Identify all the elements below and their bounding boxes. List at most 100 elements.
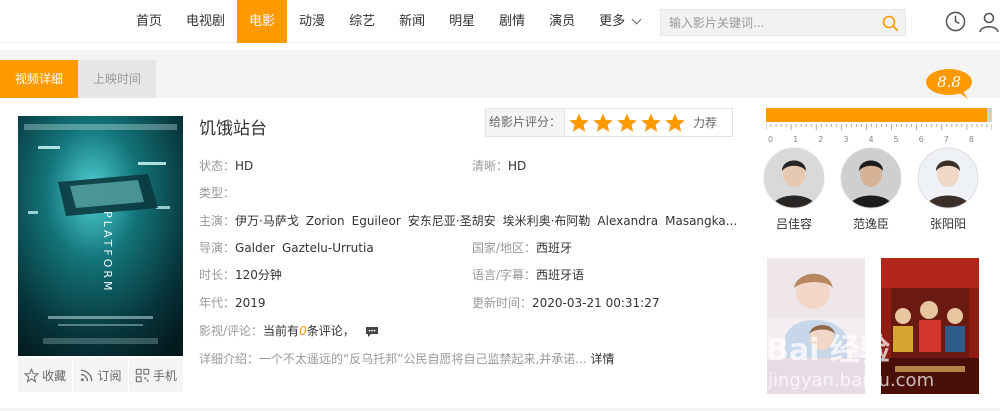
poster-image: PLATFORM xyxy=(18,116,183,356)
user-icon[interactable] xyxy=(978,11,1000,33)
chevron-down-icon xyxy=(631,14,642,25)
rating-stars xyxy=(568,112,686,134)
comment-count: 0 xyxy=(299,324,307,338)
mobile-button[interactable]: 手机 xyxy=(129,358,183,392)
rating-star-icon[interactable] xyxy=(592,112,614,134)
subscribe-button[interactable]: 订阅 xyxy=(73,358,129,392)
status-row: 状态：HD xyxy=(199,157,253,174)
poster-actions: 收藏 订阅 手机 xyxy=(18,358,183,392)
nav-item-6[interactable]: 明星 xyxy=(437,0,487,43)
ruler-label: 4 xyxy=(868,135,873,144)
ruler-label: 5 xyxy=(894,135,899,144)
clarity-row: 清晰：HD xyxy=(472,157,526,174)
ruler-label: 7 xyxy=(944,135,949,144)
poster-title: PLATFORM xyxy=(101,211,114,294)
status-value: HD xyxy=(235,159,254,173)
duration-value: 120分钟 xyxy=(235,268,282,282)
score-bar: 0 1 2 3 4 5 6 7 8 xyxy=(766,108,992,146)
score-badge: 8.8 xyxy=(926,69,972,99)
related-poster-1-image xyxy=(767,258,865,394)
ruler-label: 0 xyxy=(768,135,773,144)
cast-member-link[interactable]: Eguileor xyxy=(352,214,401,228)
rating-star-icon[interactable] xyxy=(664,112,686,134)
search-input[interactable] xyxy=(669,13,869,32)
actor-name: 张阳阳 xyxy=(929,217,966,231)
year-label: 年代： xyxy=(199,296,236,310)
rss-icon xyxy=(81,369,93,381)
clarity-value: HD xyxy=(508,159,527,173)
actor-avatar xyxy=(763,147,825,209)
tab-video-detail[interactable]: 视频详细 xyxy=(0,60,78,98)
cast-member-link[interactable]: 伊万·马萨戈 xyxy=(235,214,299,228)
nav-item-1[interactable]: 电视剧 xyxy=(174,0,237,43)
comment-icon[interactable] xyxy=(365,326,379,338)
ruler-label: 2 xyxy=(818,135,823,144)
updated-label: 更新时间： xyxy=(472,296,533,310)
star-outline-icon xyxy=(24,367,40,383)
actor-avatar xyxy=(840,147,902,209)
cast-member-link[interactable]: 埃米利奥·布阿勒 xyxy=(503,214,591,228)
director-link[interactable]: Gaztelu-Urrutia xyxy=(282,241,374,255)
comment-suffix: 条评论， xyxy=(306,324,355,338)
nav-item-5[interactable]: 新闻 xyxy=(387,0,437,43)
related-poster-2[interactable] xyxy=(881,258,979,394)
rating-star-icon[interactable] xyxy=(616,112,638,134)
cast-member-link[interactable]: 安东尼亚·圣胡安 xyxy=(408,214,496,228)
updated-row: 更新时间：2020-03-21 00:31:27 xyxy=(472,294,659,311)
description-more-link[interactable]: 详情 xyxy=(591,352,615,366)
clarity-label: 清晰： xyxy=(472,159,509,173)
detail-tabs: 视频详细 上映时间 xyxy=(0,60,156,98)
cast-member-link[interactable]: Zorion xyxy=(306,214,345,228)
nav-item-0[interactable]: 首页 xyxy=(124,0,174,43)
nav-item-4[interactable]: 综艺 xyxy=(337,0,387,43)
language-label: 语言/字幕： xyxy=(472,268,537,282)
actor-card[interactable]: 张阳阳 xyxy=(917,147,979,232)
type-row: 类型： xyxy=(199,184,235,201)
actor-list: 吕佳容 范逸臣 张阳阳 xyxy=(763,147,979,232)
director-link[interactable]: Galder xyxy=(235,241,275,255)
cast-row: 主演：伊万·马萨戈 Zorion Eguileor 安东尼亚·圣胡安 埃米利奥·布阿勒 A… xyxy=(199,212,744,229)
cast-label: 主演： xyxy=(199,214,236,228)
main-nav: 首页 电视剧 电影 动漫 综艺 新闻 明星 剧情 演员 更多 xyxy=(124,0,652,43)
rating-text: 力荐 xyxy=(693,116,718,130)
actor-name: 范逸臣 xyxy=(852,217,889,231)
rating-star-icon[interactable] xyxy=(568,112,590,134)
region-label: 国家/地区： xyxy=(472,241,537,255)
ruler-label: 3 xyxy=(843,135,848,144)
tab-release-time[interactable]: 上映时间 xyxy=(78,60,156,98)
ruler-label: 8 xyxy=(969,135,974,144)
score-ruler: 0 1 2 3 4 5 6 7 8 xyxy=(766,124,992,144)
comment-label: 影视/评论： xyxy=(199,324,264,338)
nav-more-menu[interactable]: 更多 xyxy=(587,0,652,43)
duration-label: 时长： xyxy=(199,268,236,282)
movie-poster[interactable]: PLATFORM xyxy=(18,116,183,356)
favorite-button[interactable]: 收藏 xyxy=(18,358,74,392)
cast-member-link[interactable]: Masangka... xyxy=(665,214,737,228)
rating-star-icon[interactable] xyxy=(640,112,662,134)
search-icon[interactable] xyxy=(882,15,898,31)
history-clock-icon[interactable] xyxy=(945,11,966,32)
language-row: 语言/字幕：西班牙语 xyxy=(472,266,584,283)
nav-item-2[interactable]: 电影 xyxy=(237,0,288,43)
description-text: 一个不太遥远的“反乌托邦”公民自愿将自己监禁起来,并承诺... xyxy=(259,352,587,366)
nav-item-3[interactable]: 动漫 xyxy=(287,0,337,43)
score-fill xyxy=(766,108,987,122)
description-row: 详细介绍：一个不太遥远的“反乌托邦”公民自愿将自己监禁起来,并承诺... 详情 xyxy=(199,350,615,367)
updated-value: 2020-03-21 00:31:27 xyxy=(532,296,660,310)
region-row: 国家/地区：西班牙 xyxy=(472,239,572,256)
ruler-label: 6 xyxy=(919,135,924,144)
description-label: 详细介绍： xyxy=(199,352,260,366)
nav-item-7[interactable]: 剧情 xyxy=(487,0,537,43)
rating-label: 给影片评分： xyxy=(486,109,565,136)
top-navbar: 首页 电视剧 电影 动漫 综艺 新闻 明星 剧情 演员 更多 xyxy=(0,0,1000,43)
actor-card[interactable]: 范逸臣 xyxy=(840,147,902,232)
duration-row: 时长：120分钟 xyxy=(199,266,282,283)
type-label: 类型： xyxy=(199,186,236,200)
status-label: 状态： xyxy=(199,159,236,173)
actor-card[interactable]: 吕佳容 xyxy=(763,147,825,232)
cast-member-link[interactable]: Alexandra xyxy=(597,214,658,228)
language-value: 西班牙语 xyxy=(536,268,585,282)
director-row: 导演：Galder Gaztelu-Urrutia xyxy=(199,239,381,256)
nav-item-8[interactable]: 演员 xyxy=(537,0,587,43)
related-poster-1[interactable] xyxy=(767,258,865,394)
